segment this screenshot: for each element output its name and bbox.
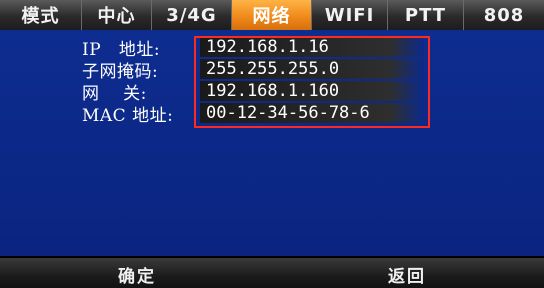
gateway-field[interactable]: 192.168.1.160 [200, 81, 424, 101]
tab-center[interactable]: 中心 [82, 0, 152, 30]
tab-3-4g[interactable]: 3/4G [152, 0, 232, 30]
mac-address-field[interactable]: 00-12-34-56-78-6 [200, 103, 424, 123]
tab-ptt[interactable]: PTT [388, 0, 464, 30]
tab-bar: 模式 中心 3/4G 网络 WIFI PTT 808 [0, 0, 544, 32]
mac-address-row: MAC 地址: 00-12-34-56-78-6 [82, 102, 424, 126]
tab-wifi[interactable]: WIFI [312, 0, 388, 30]
ip-address-row: IP 地址: 192.168.1.16 [82, 36, 424, 60]
tab-808[interactable]: 808 [464, 0, 544, 30]
softkey-bar: 确定 返回 [0, 256, 544, 288]
subnet-mask-row: 子网掩码: 255.255.255.0 [82, 58, 424, 82]
mac-address-label: MAC 地址: [82, 105, 174, 126]
network-settings-screen: 模式 中心 3/4G 网络 WIFI PTT 808 IP 地址: 192.16… [0, 0, 544, 288]
confirm-button[interactable]: 确定 [92, 258, 182, 288]
subnet-mask-field[interactable]: 255.255.255.0 [200, 59, 424, 79]
network-settings-panel: IP 地址: 192.168.1.16 子网掩码: 255.255.255.0 … [0, 30, 544, 256]
tab-network[interactable]: 网络 [232, 0, 312, 30]
ip-address-field[interactable]: 192.168.1.16 [200, 37, 424, 57]
tab-mode[interactable]: 模式 [0, 0, 82, 30]
back-button[interactable]: 返回 [362, 258, 452, 288]
gateway-row: 网 关: 192.168.1.160 [82, 80, 424, 104]
